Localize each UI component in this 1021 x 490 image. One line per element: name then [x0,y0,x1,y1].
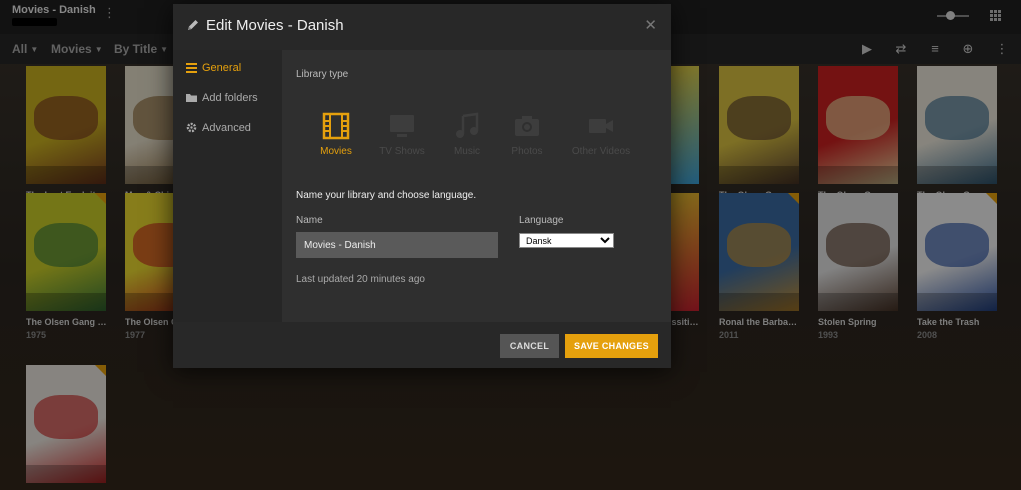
language-label: Language [519,215,564,226]
type-movies[interactable]: Movies [301,112,371,162]
app-window: Movies - Danish ⋮ All ▼ Movies ▼ By Title ▼… [0,0,1021,490]
film-icon [322,112,350,140]
video-camera-icon [589,119,613,133]
library-type-label: Library type [296,69,349,80]
type-label: Photos [511,146,543,157]
nav-item-label: Advanced [202,122,251,134]
gear-icon [186,122,197,133]
dialog-sidebar: General Add folders Advanced [173,50,282,322]
last-updated-text: Last updated 20 minutes ago [296,274,425,285]
close-icon[interactable]: ✕ [644,16,657,34]
type-tv-shows[interactable]: TV Shows [367,112,437,162]
cancel-button[interactable]: CANCEL [500,334,559,358]
language-select[interactable]: Dansk [519,233,614,248]
library-name-input[interactable] [296,232,498,258]
dialog-header: Edit Movies - Danish ✕ [173,4,671,50]
type-other-videos[interactable]: Other Videos [566,112,636,162]
nav-item-label: General [202,62,242,74]
dialog-content: Library type Movies TV Shows Music Photo… [282,50,671,322]
name-label: Name [296,215,323,226]
dialog-title: Edit Movies - Danish [206,17,344,34]
tv-icon [390,115,414,137]
dialog-footer: CANCEL SAVE CHANGES [173,322,671,368]
edit-library-dialog: Edit Movies - Danish ✕ General Add folde… [173,4,671,368]
type-photos[interactable]: Photos [492,112,562,162]
list-icon [186,63,197,73]
save-changes-button[interactable]: SAVE CHANGES [565,334,658,358]
camera-icon [515,116,539,136]
type-label: Other Videos [571,146,631,157]
type-label: TV Shows [379,146,425,157]
type-label: Movies [320,146,352,157]
pencil-icon [188,20,198,30]
folder-icon [186,94,197,102]
section-heading: Name your library and choose language. [296,190,477,201]
music-icon [456,112,479,138]
nav-item-label: Add folders [202,92,258,104]
